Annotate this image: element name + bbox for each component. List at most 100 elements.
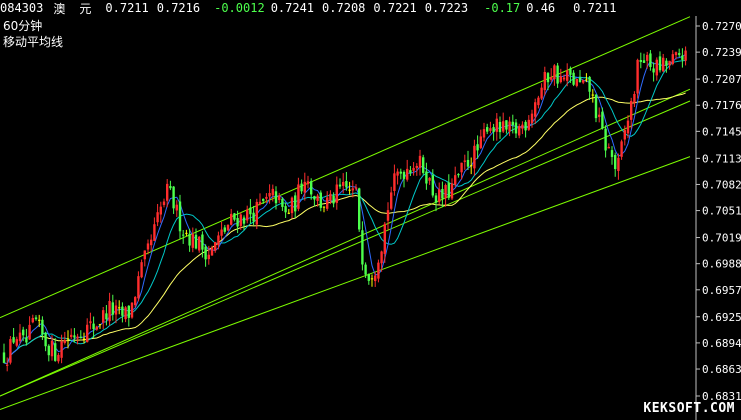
y-tick-label: 0.7239	[702, 46, 741, 59]
quote-open: 0.7216	[156, 1, 201, 15]
candle-body	[70, 334, 73, 337]
candle-body	[518, 126, 521, 136]
candle-body	[470, 165, 473, 167]
candle-body	[646, 54, 649, 61]
candle-body	[114, 305, 118, 315]
price-axis: 0.7270 0.7239 0.7207 0.7176 0.7145 0.7113 0.70…	[695, 16, 741, 420]
y-tick-label: 0.6863	[702, 363, 741, 376]
price-chart[interactable]: 0.7270 0.7239 0.7207 0.7176 0.7145 0.7113 0.70…	[0, 16, 741, 420]
y-tick-label: 0.7113	[702, 152, 741, 165]
candle-body	[54, 343, 57, 361]
candle-body	[41, 319, 44, 335]
candle-body	[294, 195, 297, 212]
candle-body	[204, 246, 207, 260]
candle-body	[44, 332, 47, 347]
indicator-label: 移动平均线	[3, 35, 63, 49]
candle-body	[89, 321, 92, 324]
candle-body	[162, 201, 166, 206]
candle-body	[306, 181, 310, 185]
candle-body	[569, 68, 572, 75]
candle-body	[450, 183, 454, 199]
candle-body	[66, 338, 70, 340]
watermark-logo: KEKSOFT.COM	[643, 401, 735, 416]
quote-code: 084303	[0, 1, 44, 15]
candle-body	[524, 121, 527, 131]
candle-body	[620, 141, 623, 157]
candle-body	[6, 364, 9, 366]
candle-body	[57, 354, 60, 362]
y-tick-label: 0.7051	[702, 205, 741, 218]
candle-body	[534, 102, 537, 117]
candle-body	[342, 181, 345, 186]
candle-body	[617, 157, 620, 172]
candle-body	[25, 337, 28, 343]
candle-body	[265, 196, 268, 199]
channel-line-middle	[0, 100, 691, 397]
candle-body	[220, 229, 223, 236]
candle-body	[2, 352, 6, 363]
candle-body	[281, 198, 284, 207]
candle-body	[329, 193, 332, 201]
candle-body	[60, 341, 63, 358]
quote-low: 0.7208	[322, 1, 366, 15]
candle-body	[150, 239, 153, 246]
candle-body	[239, 214, 242, 226]
y-tick-label: 0.6925	[702, 311, 741, 324]
candle-body	[396, 171, 399, 176]
candle-body	[105, 313, 108, 320]
candle-body	[502, 121, 505, 132]
candle-body	[578, 77, 582, 83]
candle-body	[556, 65, 559, 84]
y-tick-label: 0.7082	[702, 178, 741, 191]
candle-body	[137, 276, 140, 299]
candle-body	[655, 59, 658, 76]
channel-line-lower-outer	[0, 88, 691, 397]
candle-body	[335, 184, 338, 203]
candle-body	[402, 171, 406, 179]
channel-line-upper	[0, 16, 691, 319]
chart-area[interactable]: 0.7270 0.7239 0.7207 0.7176 0.7145 0.7113 0.70…	[0, 16, 741, 420]
candle-body	[73, 335, 76, 338]
candle-body	[374, 275, 377, 282]
candle-body	[242, 217, 246, 224]
candle-body	[124, 307, 127, 320]
candle-body	[594, 94, 598, 119]
candle-body	[47, 345, 50, 356]
candle-body	[572, 72, 575, 85]
candle-body	[351, 188, 354, 191]
candle-body	[182, 234, 185, 236]
candle-body	[12, 337, 15, 343]
candle-body	[386, 210, 390, 221]
candle-body	[102, 310, 105, 323]
candle-body	[226, 224, 230, 231]
quote-ask: 0.7223	[424, 1, 469, 15]
candle-body	[678, 53, 681, 55]
candle-body	[210, 247, 214, 256]
quote-name-1: 澳	[53, 1, 66, 16]
y-tick-label: 0.7176	[702, 99, 741, 112]
candle-body	[598, 114, 601, 117]
candle-body	[297, 184, 300, 209]
candle-body	[486, 127, 489, 132]
candle-body	[76, 336, 79, 339]
candle-body	[447, 182, 450, 198]
candle-body	[492, 127, 495, 133]
candle-body	[268, 193, 271, 197]
candle-body	[300, 183, 303, 192]
candle-body	[636, 59, 639, 94]
candle-body	[393, 173, 396, 191]
candle-body	[684, 50, 687, 61]
candle-body	[473, 145, 476, 169]
quote-amplitude: 0.46	[526, 1, 556, 15]
candle-body	[201, 234, 204, 250]
candle-body	[28, 324, 31, 340]
candle-body	[482, 129, 486, 138]
candle-body	[495, 118, 498, 132]
candle-body	[390, 192, 393, 209]
candle-body	[246, 209, 249, 221]
candle-body	[79, 336, 82, 339]
candle-body	[511, 121, 514, 126]
candle-body	[671, 54, 674, 64]
candle-body	[86, 324, 89, 343]
candle-body	[649, 53, 652, 67]
